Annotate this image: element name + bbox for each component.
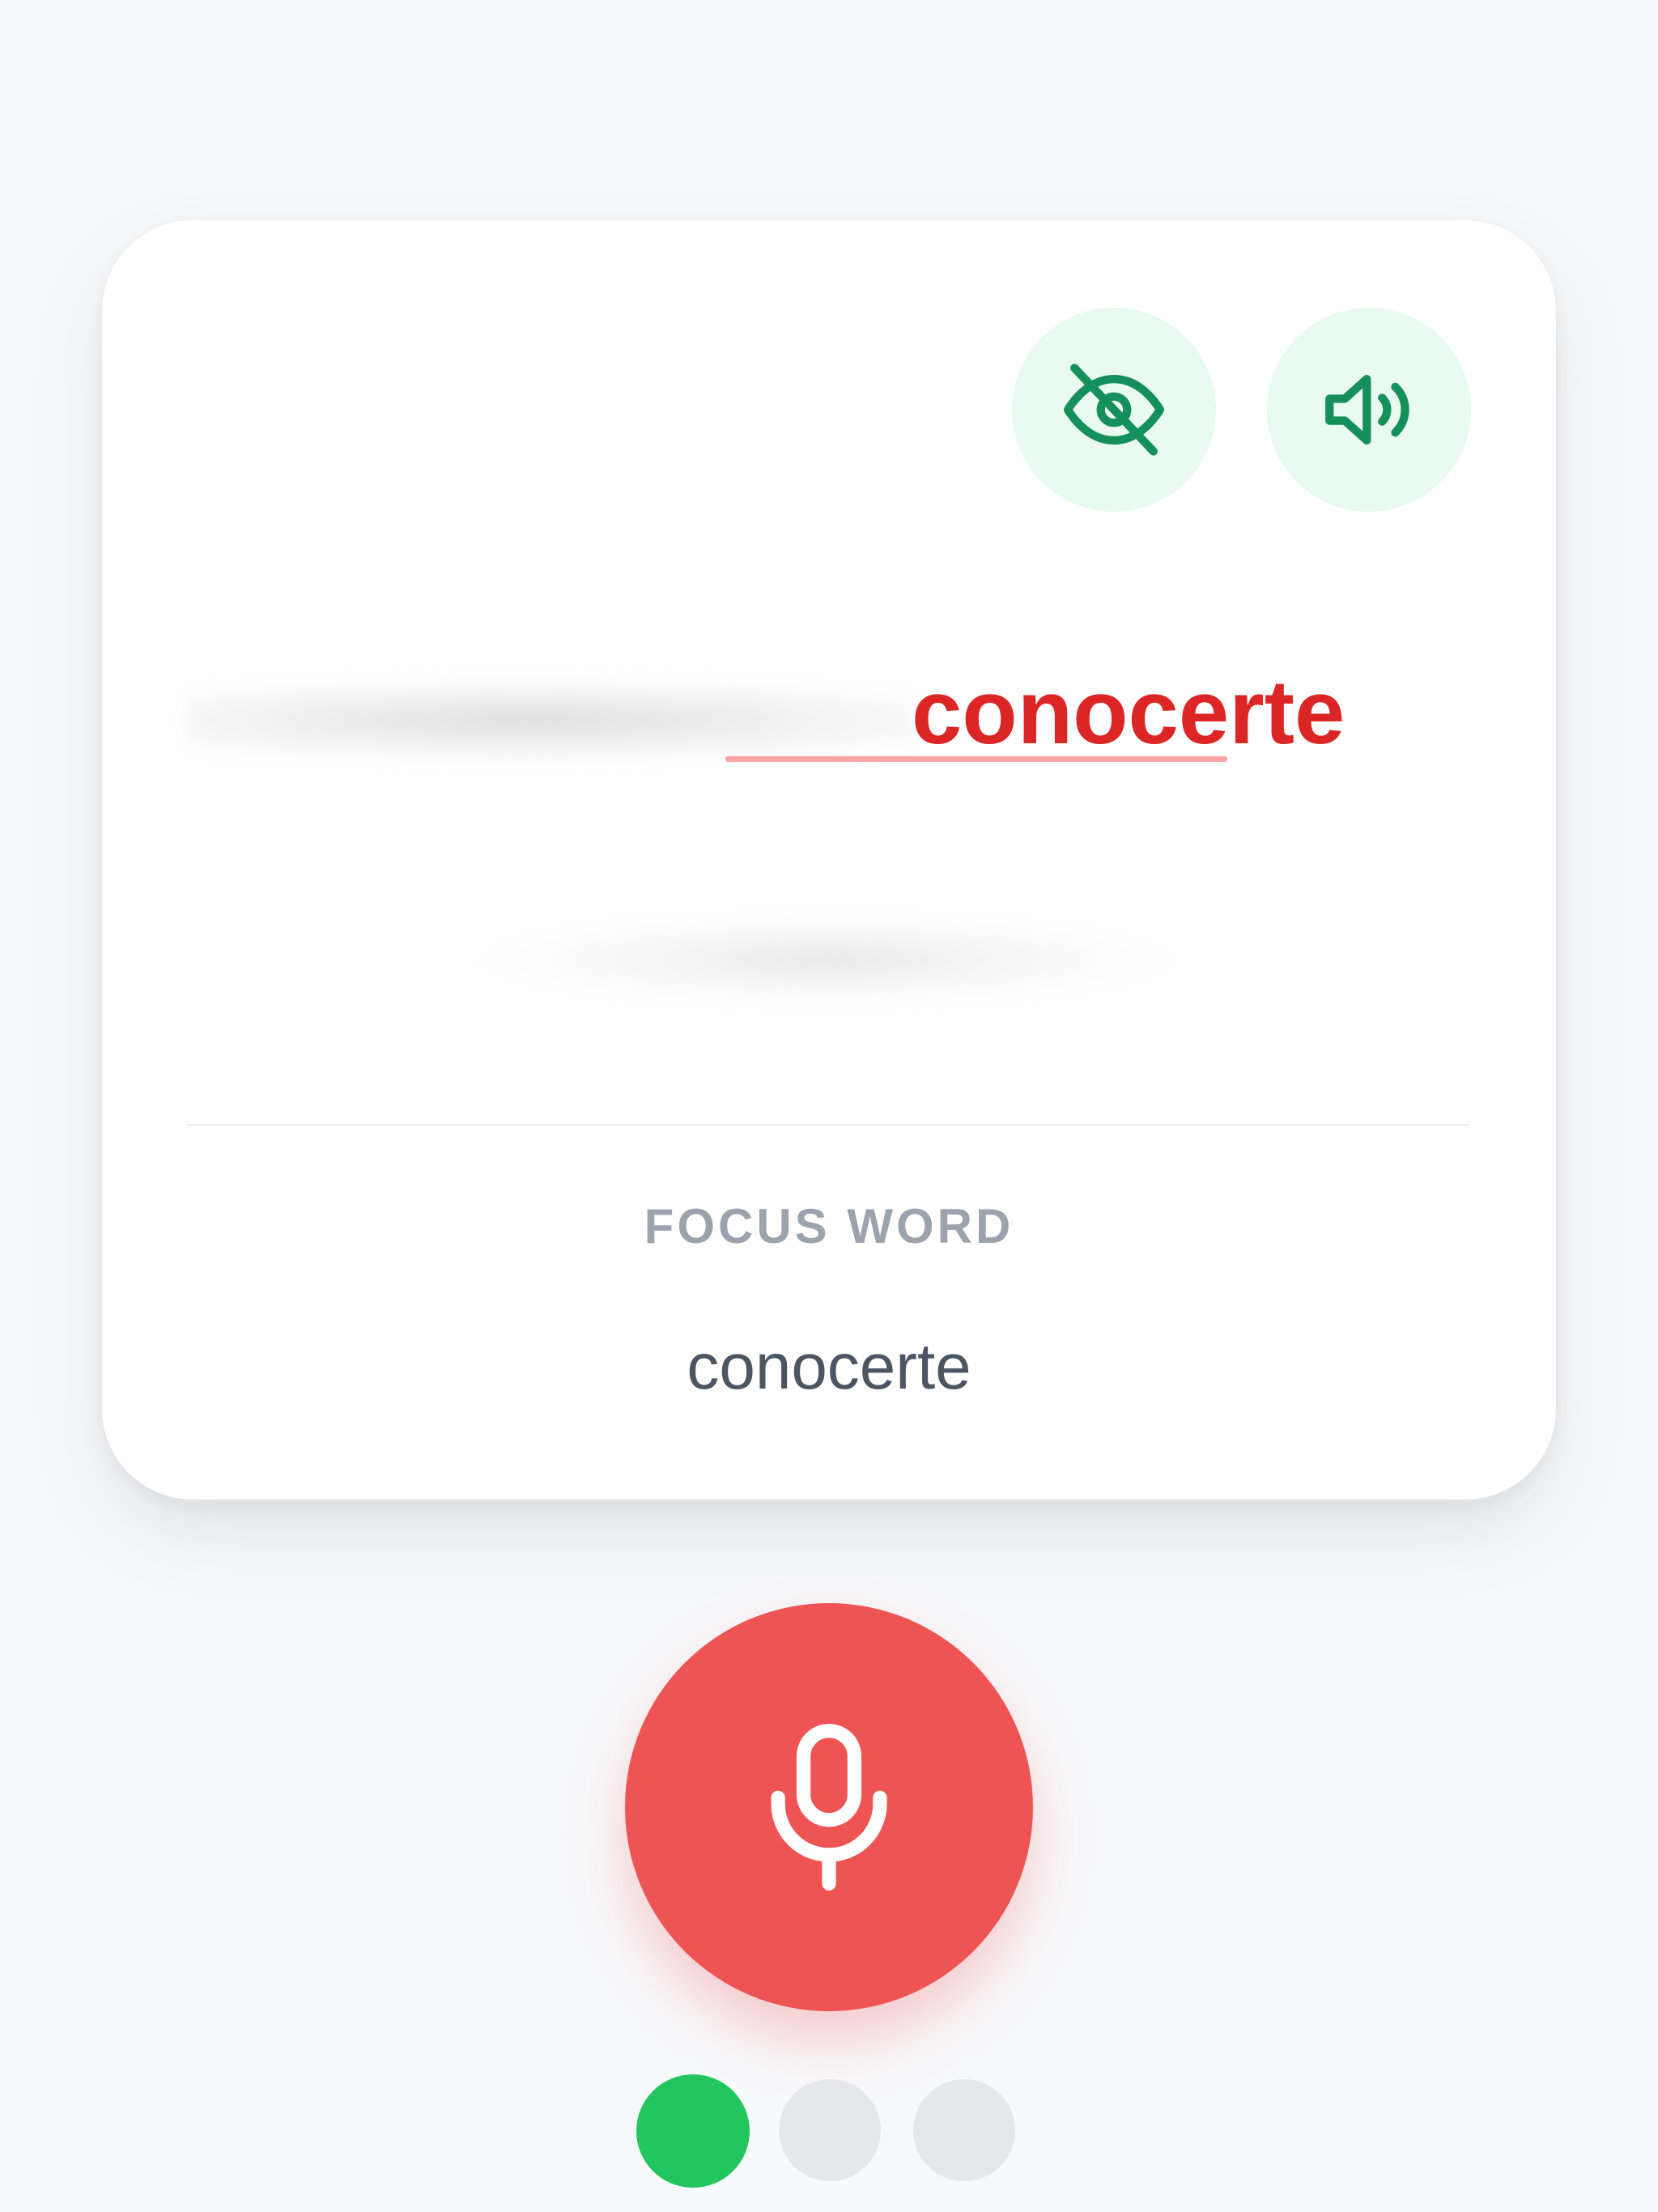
sentence-row: conocerte (186, 611, 1473, 814)
progress-dot (913, 2079, 1015, 2181)
speaker-volume-icon (1325, 374, 1409, 445)
record-button[interactable] (625, 1603, 1033, 2011)
hidden-sentence-text (186, 611, 915, 814)
microphone-icon (771, 1724, 887, 1891)
progress-dot (779, 2079, 881, 2181)
toggle-visibility-button[interactable] (1012, 308, 1216, 512)
play-audio-button[interactable] (1267, 308, 1471, 512)
progress-dot-active (636, 2074, 750, 2188)
focus-word-in-sentence[interactable]: conocerte (912, 664, 1345, 761)
eye-off-icon (1063, 364, 1165, 456)
hidden-translation-text (453, 842, 1198, 1077)
card-divider (186, 1124, 1470, 1126)
focus-word-value: conocerte (687, 1330, 971, 1402)
focus-word-underline (725, 756, 1227, 762)
focus-word-label: FOCUS WORD (644, 1199, 1014, 1253)
